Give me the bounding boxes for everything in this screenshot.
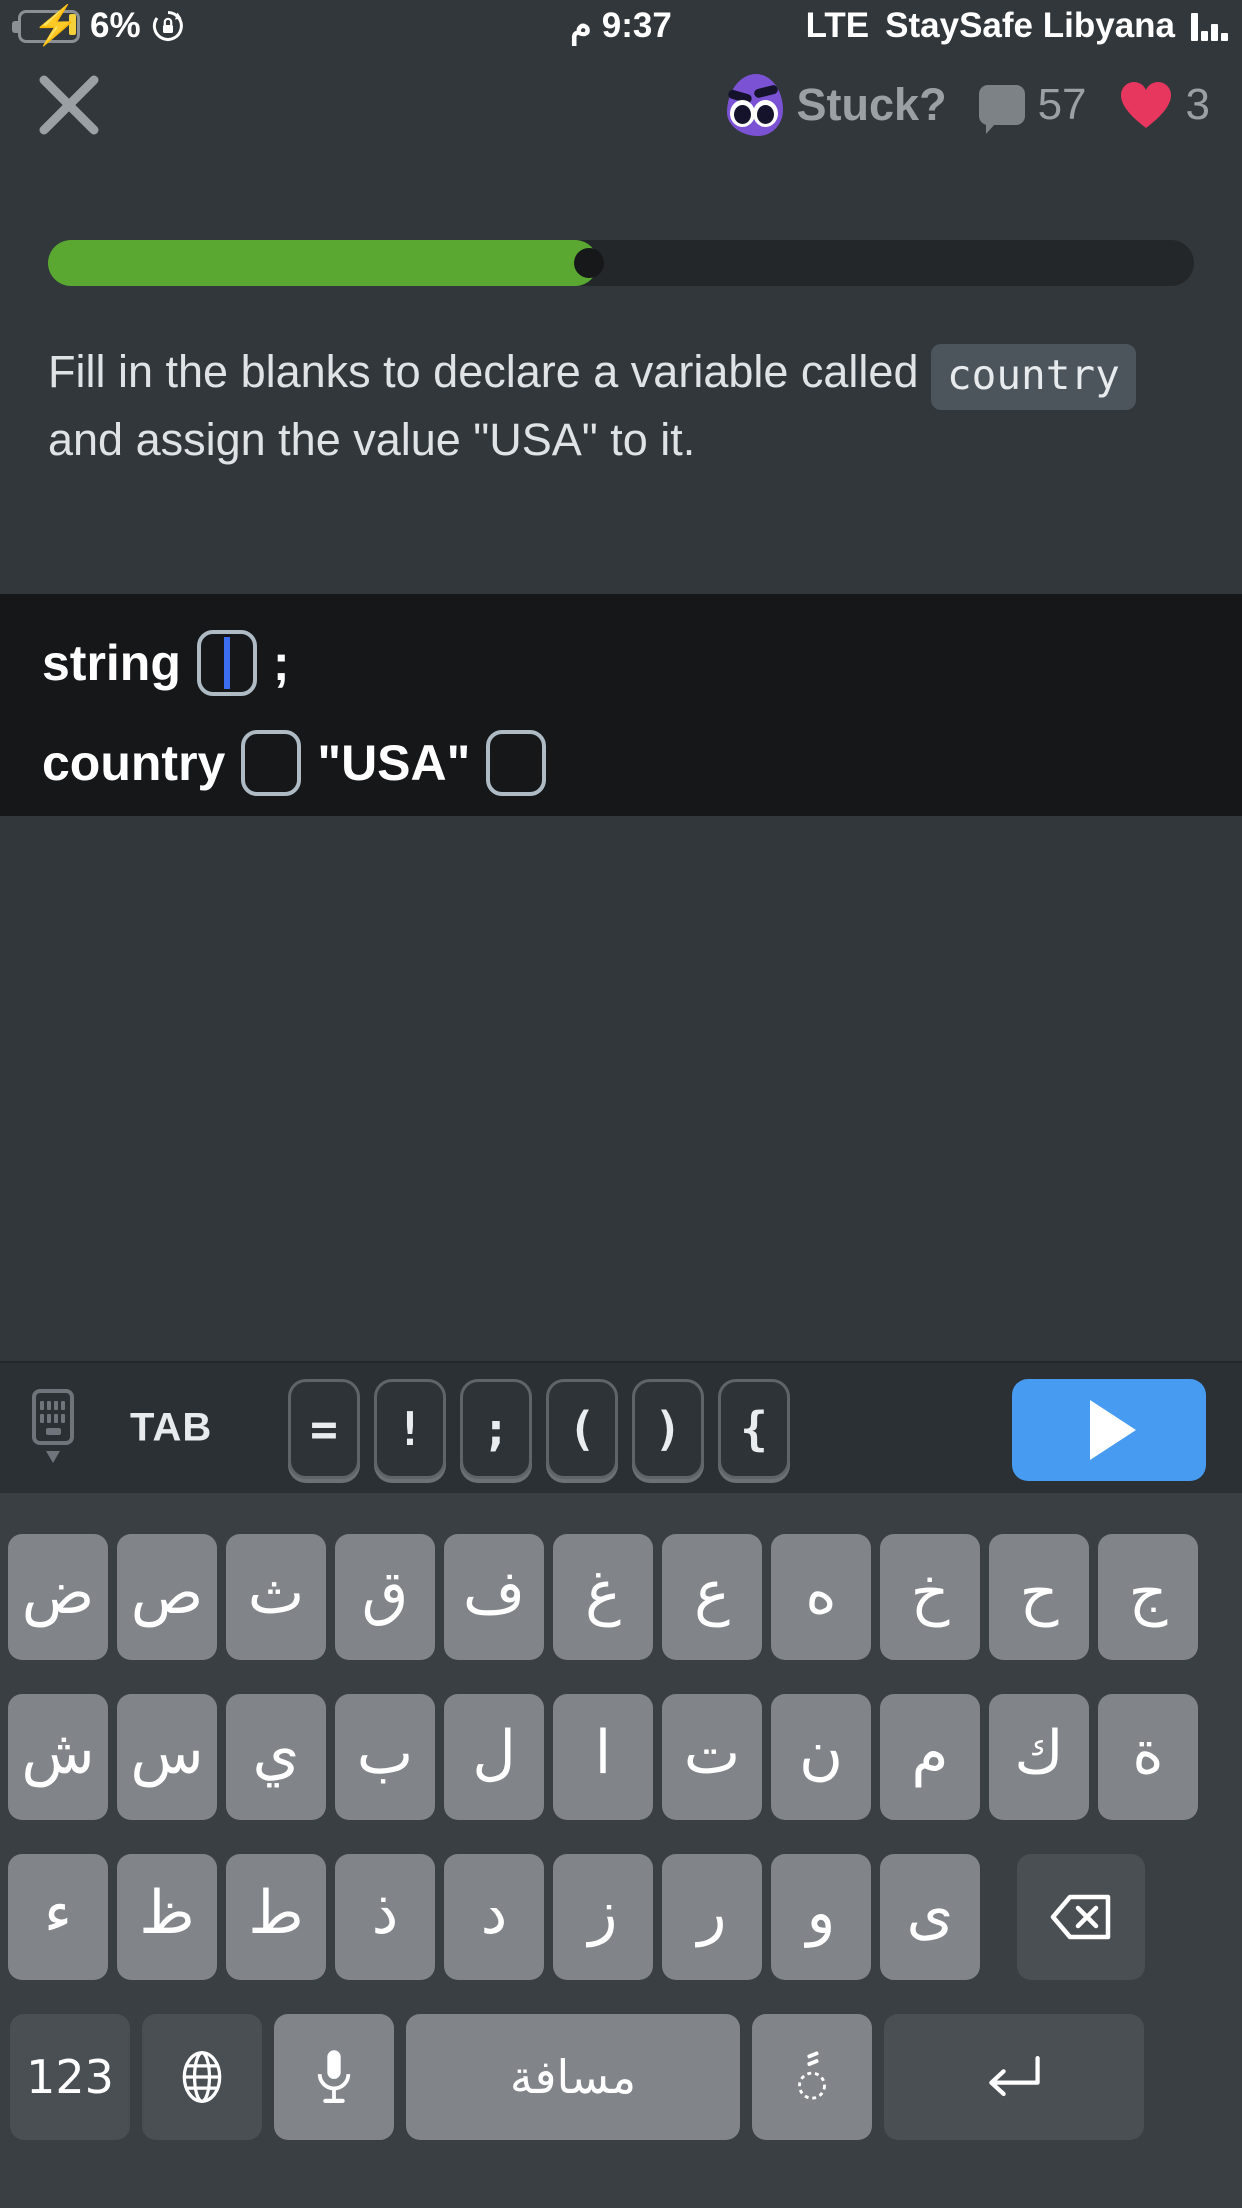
key-ظ[interactable]: ظ: [117, 1854, 217, 1980]
key-ت[interactable]: ت: [662, 1694, 762, 1820]
lesson-header: Stuck? 57 3: [0, 52, 1242, 157]
status-bar: ⚡ 6% م 9:37 LTE StaySafe Libyana: [0, 0, 1242, 52]
hearts-count: 3: [1185, 79, 1210, 129]
heart-icon: [1119, 80, 1173, 130]
key-ذ[interactable]: ذ: [335, 1854, 435, 1980]
mascot-avatar-icon: [726, 73, 783, 136]
header-actions: Stuck? 57 3: [726, 73, 1210, 136]
code-identifier-country: country: [42, 735, 226, 791]
symbol-key-1[interactable]: !: [374, 1379, 446, 1479]
key-ا[interactable]: ا: [553, 1694, 653, 1820]
question-text-before: Fill in the blanks to declare a variable…: [48, 346, 931, 397]
key-ي[interactable]: ي: [226, 1694, 326, 1820]
microphone-icon[interactable]: [274, 2014, 394, 2140]
lesson-progress-bar: [48, 240, 1194, 286]
signal-bars-icon: [1191, 11, 1228, 41]
close-icon[interactable]: [38, 74, 100, 136]
numbers-key[interactable]: 123: [10, 2014, 130, 2140]
symbol-key-0[interactable]: =: [288, 1379, 360, 1479]
key-ط[interactable]: ط: [226, 1854, 326, 1980]
status-bar-right: LTE StaySafe Libyana: [806, 6, 1242, 46]
return-arrow-icon[interactable]: [884, 2014, 1144, 2140]
arabic-keyboard: ضصثقفغعهخحج شسيبلاتنمكة ءظطذدزروى 123 مس…: [0, 1493, 1242, 2208]
app-screen: ⚡ 6% م 9:37 LTE StaySafe Libyana Stuck? …: [0, 0, 1242, 2208]
tab-key[interactable]: TAB: [130, 1406, 212, 1451]
key-ع[interactable]: ع: [662, 1534, 762, 1660]
network-type-label: LTE: [805, 6, 870, 45]
code-blank-3[interactable]: [486, 730, 547, 796]
code-line-2: country "USA": [42, 730, 562, 796]
key-ق[interactable]: ق: [335, 1534, 435, 1660]
symbol-key-2[interactable]: ;: [460, 1379, 532, 1479]
key-ض[interactable]: ض: [8, 1534, 108, 1660]
editor-empty-area: [0, 816, 1242, 1361]
globe-icon[interactable]: [142, 2014, 262, 2140]
hearts-counter[interactable]: 3: [1119, 80, 1210, 130]
key-ص[interactable]: ص: [117, 1534, 217, 1660]
key-و[interactable]: و: [771, 1854, 871, 1980]
key-ة[interactable]: ة: [1098, 1694, 1198, 1820]
stuck-button[interactable]: Stuck?: [726, 73, 947, 136]
space-key[interactable]: مسافة: [406, 2014, 740, 2140]
code-semicolon: ;: [272, 635, 290, 691]
key-ث[interactable]: ث: [226, 1534, 326, 1660]
run-button[interactable]: [1012, 1379, 1206, 1481]
rotation-lock-icon: [151, 9, 185, 43]
key-ز[interactable]: ز: [553, 1854, 653, 1980]
question-code-chip: country: [930, 344, 1136, 411]
keyboard-dismiss-icon[interactable]: [22, 1389, 92, 1467]
status-bar-left: ⚡ 6%: [0, 6, 185, 46]
code-keyword-string: string: [42, 635, 181, 691]
key-ف[interactable]: ف: [444, 1534, 544, 1660]
key-ب[interactable]: ب: [335, 1694, 435, 1820]
code-blank-1[interactable]: [196, 630, 257, 696]
key-م[interactable]: م: [880, 1694, 980, 1820]
key-ح[interactable]: ح: [989, 1534, 1089, 1660]
text-caret: [223, 637, 230, 689]
question-text-after: and assign the value "USA" to it.: [48, 414, 696, 466]
comment-bubble-icon: [978, 84, 1025, 134]
symbol-key-4[interactable]: ): [632, 1379, 704, 1479]
keyboard-row-1: ضصثقفغعهخحج: [8, 1534, 1198, 1660]
time-suffix-label: م: [570, 6, 592, 45]
key-ء[interactable]: ء: [8, 1854, 108, 1980]
keyboard-row-3: ءظطذدزروى: [8, 1854, 1145, 1980]
stuck-label: Stuck?: [796, 78, 947, 130]
key-د[interactable]: د: [444, 1854, 544, 1980]
code-blank-2[interactable]: [241, 730, 302, 796]
battery-charging-icon: ⚡: [12, 7, 80, 45]
code-line-1: string ;: [42, 630, 290, 696]
diacritics-icon[interactable]: [752, 2014, 872, 2140]
symbol-key-row: =!;(){: [288, 1379, 790, 1479]
code-literal-usa: "USA": [317, 735, 471, 791]
key-ج[interactable]: ج: [1098, 1534, 1198, 1660]
key-س[interactable]: س: [117, 1694, 217, 1820]
keyboard-row-2: شسيبلاتنمكة: [8, 1694, 1198, 1820]
progress-fill: [48, 240, 599, 286]
keyboard-row-4: 123 مسافة: [10, 2014, 1144, 2140]
key-ر[interactable]: ر: [662, 1854, 762, 1980]
progress-knob: [574, 248, 605, 278]
key-ك[interactable]: ك: [989, 1694, 1089, 1820]
comments-counter[interactable]: 57: [978, 79, 1087, 134]
key-ى[interactable]: ى: [880, 1854, 980, 1980]
time-label: 9:37: [601, 6, 672, 45]
key-ن[interactable]: ن: [771, 1694, 871, 1820]
backspace-key[interactable]: [1017, 1854, 1145, 1980]
key-ه[interactable]: ه: [771, 1534, 871, 1660]
play-triangle-icon: [1090, 1400, 1136, 1460]
symbol-key-5[interactable]: {: [718, 1379, 790, 1479]
key-ش[interactable]: ش: [8, 1694, 108, 1820]
key-غ[interactable]: غ: [553, 1534, 653, 1660]
comments-count: 57: [1037, 79, 1087, 129]
code-toolbar: TAB =!;(){: [0, 1361, 1242, 1493]
key-خ[interactable]: خ: [880, 1534, 980, 1660]
code-editor[interactable]: string ; country "USA": [0, 594, 1242, 816]
battery-percent-label: 6%: [90, 6, 141, 45]
carrier-label: StaySafe Libyana: [885, 6, 1175, 45]
key-ل[interactable]: ل: [444, 1694, 544, 1820]
question-prompt: Fill in the blanks to declare a variable…: [48, 342, 1198, 470]
symbol-key-3[interactable]: (: [546, 1379, 618, 1479]
